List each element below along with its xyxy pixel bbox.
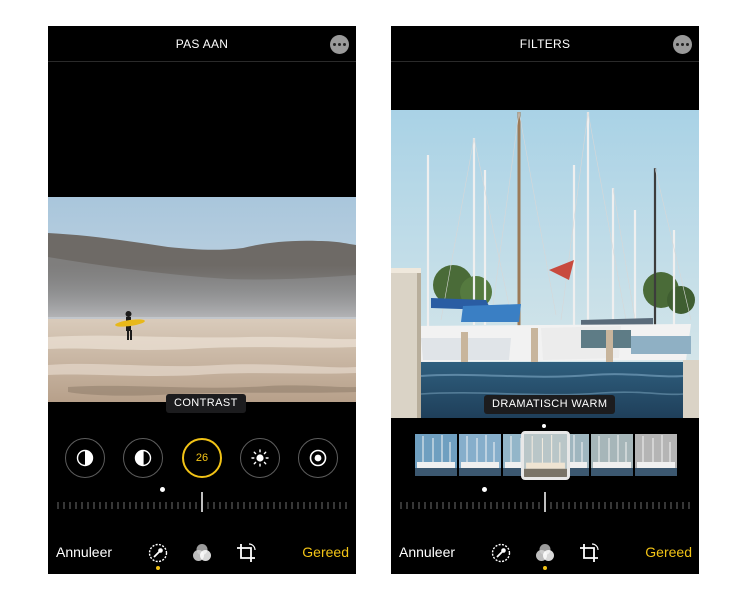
brilliance-icon (134, 449, 152, 467)
filter-thumbnail[interactable] (635, 434, 677, 476)
done-button[interactable]: Gereed (645, 544, 692, 560)
filters-icon[interactable] (534, 542, 556, 564)
top-bar: FILTERS (391, 26, 699, 62)
filter-thumbnail[interactable] (459, 434, 501, 476)
contrast-value: 26 (195, 452, 209, 464)
brilliance-button[interactable] (123, 438, 163, 478)
filter-label: DRAMATISCH WARM (484, 395, 616, 414)
filters-screen: FILTERS DRAMATISCH WARM Annuleer Gereed (391, 26, 699, 574)
adjustment-label: CONTRAST (166, 394, 246, 413)
filters-icon[interactable] (191, 542, 213, 564)
contrast-slider[interactable] (56, 492, 348, 512)
screen-title: PAS AAN (175, 37, 229, 51)
selected-filter-thumbnail[interactable] (521, 431, 570, 480)
brightness-button[interactable] (240, 438, 280, 478)
photo-preview (391, 110, 699, 418)
bottom-bar: Annuleer Gereed (391, 534, 699, 574)
filter-thumbnail[interactable] (415, 434, 457, 476)
adjust-icon[interactable] (490, 542, 512, 564)
slider-origin-dot (160, 487, 165, 492)
exposure-button[interactable] (65, 438, 105, 478)
bottom-bar: Annuleer Gereed (48, 534, 356, 574)
brightness-icon (251, 449, 269, 467)
exposure-icon (76, 449, 94, 467)
photo-preview (48, 197, 356, 402)
vignette-icon (309, 449, 327, 467)
top-bar: PAS AAN (48, 26, 356, 62)
crop-rotate-icon[interactable] (578, 542, 600, 564)
crop-rotate-icon[interactable] (235, 542, 257, 564)
more-options-icon[interactable] (673, 35, 692, 54)
cancel-button[interactable]: Annuleer (399, 544, 455, 560)
active-tool-indicator (155, 566, 160, 570)
done-button[interactable]: Gereed (302, 544, 349, 560)
active-tool-indicator (542, 566, 547, 570)
screen-title: FILTERS (519, 37, 571, 51)
cancel-button[interactable]: Annuleer (56, 544, 112, 560)
slider-origin-dot (482, 487, 487, 492)
adjust-screen: PAS AAN CONTRAST 26 Annuleer Gereed (48, 26, 356, 574)
more-options-icon[interactable] (330, 35, 349, 54)
filter-thumbnail[interactable] (591, 434, 633, 476)
filter-indicator-dot (542, 424, 546, 428)
filter-intensity-slider[interactable] (399, 492, 691, 512)
vignette-button[interactable] (298, 438, 338, 478)
adjust-icon[interactable] (147, 542, 169, 564)
contrast-button[interactable]: 26 (182, 438, 222, 478)
